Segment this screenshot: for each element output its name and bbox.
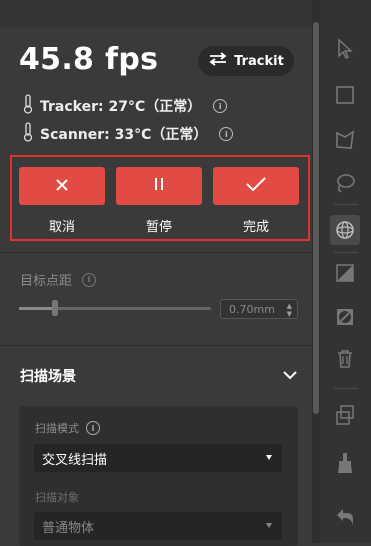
cancel-button[interactable]	[19, 167, 105, 205]
thermometer-icon	[22, 122, 34, 146]
sphere-icon[interactable]	[330, 215, 360, 245]
invert-icon[interactable]	[332, 304, 358, 330]
scanner-temp-row: Scanner: 33°C（正常） i	[22, 122, 234, 146]
undo-icon[interactable]	[332, 504, 358, 530]
scan-object-header: 扫描对象	[35, 489, 79, 505]
finish-button[interactable]	[213, 167, 299, 205]
delete-icon[interactable]	[332, 346, 358, 372]
freehand-select-icon[interactable]	[332, 170, 358, 196]
right-toolbar	[320, 0, 371, 543]
close-icon	[55, 177, 69, 196]
chevron-down-icon[interactable]	[282, 366, 298, 385]
divider	[0, 252, 312, 253]
brush-icon[interactable]	[332, 450, 358, 476]
dropdown-caret-icon	[266, 455, 272, 460]
info-icon[interactable]: i	[219, 127, 234, 141]
point-distance-spinner[interactable]: 0.70mm ▲ ▼	[220, 299, 298, 319]
toolbar-divider	[334, 204, 358, 205]
copy-icon[interactable]	[332, 402, 358, 428]
point-distance-header: 目标点距 i	[20, 270, 97, 289]
cursor-icon[interactable]	[332, 36, 358, 62]
info-icon[interactable]: i	[82, 272, 97, 287]
gradient-icon[interactable]	[332, 260, 358, 286]
lasso-icon[interactable]	[332, 127, 358, 153]
scanner-temp-label: Scanner: 33°C（正常）	[40, 127, 208, 143]
fps-readout: 45.8 fps	[19, 42, 159, 77]
pause-label: 暂停	[145, 220, 172, 235]
spinner-arrows-icon[interactable]: ▲ ▼	[287, 302, 292, 318]
scan-mode-label: 扫描模式	[35, 422, 79, 435]
toolbar-divider	[334, 252, 358, 253]
toolbar-divider	[334, 388, 358, 389]
finish-label: 完成	[242, 220, 269, 235]
scan-object-value: 普通物体	[42, 520, 95, 536]
panel-header	[0, 0, 312, 28]
point-distance-value: 0.70mm	[229, 302, 275, 316]
scan-mode-header: 扫描模式 i	[35, 420, 100, 436]
scan-object-select[interactable]: 普通物体	[34, 512, 282, 540]
rectangle-select-icon[interactable]	[332, 82, 358, 108]
scan-object-label: 扫描对象	[35, 491, 79, 504]
cancel-label: 取消	[48, 220, 75, 235]
slider-handle[interactable]	[52, 300, 59, 316]
scan-scene-title: 扫描场景	[20, 369, 76, 385]
trackit-button[interactable]: Trackit	[198, 46, 294, 76]
tracker-temp-label: Tracker: 27°C（正常）	[40, 99, 202, 115]
pause-icon	[151, 176, 167, 196]
info-icon[interactable]: i	[86, 421, 100, 435]
info-icon[interactable]: i	[213, 99, 228, 113]
scan-mode-select[interactable]: 交叉线扫描	[34, 444, 282, 472]
scan-mode-value: 交叉线扫描	[42, 452, 108, 468]
tracker-temp-row: Tracker: 27°C（正常） i	[22, 94, 228, 118]
slider-fill	[19, 307, 56, 310]
scrollbar-thumb[interactable]	[313, 22, 319, 414]
divider	[0, 345, 312, 346]
checkmark-icon	[245, 176, 267, 196]
point-distance-label: 目标点距	[20, 274, 73, 289]
trackit-label: Trackit	[234, 53, 284, 69]
thermometer-icon	[22, 94, 34, 118]
swap-arrows-icon	[208, 52, 228, 70]
dropdown-caret-icon	[266, 523, 272, 528]
pause-button[interactable]	[116, 167, 202, 205]
